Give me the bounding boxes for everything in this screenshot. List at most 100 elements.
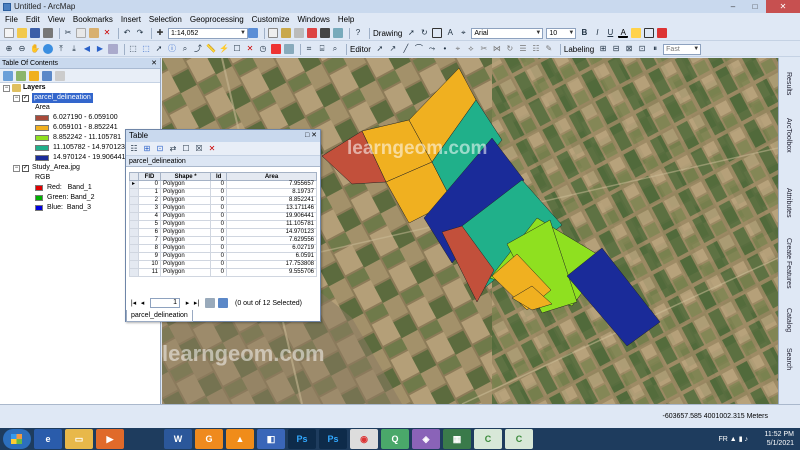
straight-segment-icon[interactable]: ╱	[401, 44, 411, 54]
row-selector[interactable]	[129, 252, 139, 261]
table-cell[interactable]: Polygon	[159, 244, 212, 253]
show-selected-records-icon[interactable]	[218, 298, 228, 308]
table-cell[interactable]: 0	[210, 180, 227, 189]
table-options-icon[interactable]: ☷	[129, 144, 139, 154]
table-cell[interactable]: 7.955657	[226, 180, 317, 189]
text-tool-icon[interactable]: A	[445, 28, 455, 38]
table-cell[interactable]: 3	[138, 204, 161, 213]
table-cell[interactable]: 6.0591	[226, 252, 317, 261]
editor-menu[interactable]: Editor	[350, 45, 371, 54]
rotate-icon[interactable]: ↻	[419, 28, 429, 38]
menu-windows[interactable]: Windows	[297, 15, 329, 24]
fixed-zoom-in-icon[interactable]: ⤒	[56, 44, 66, 54]
open-icon[interactable]	[17, 28, 27, 38]
table-tab[interactable]: parcel_delineation	[126, 310, 193, 322]
attributes-icon[interactable]: ☰	[518, 44, 528, 54]
table-cell[interactable]: 11	[138, 268, 161, 277]
layout-icon[interactable]: ⌸	[317, 44, 327, 54]
delete-icon[interactable]: ✕	[102, 28, 112, 38]
tab-catalog[interactable]: Catalog	[785, 308, 792, 332]
select-elements-tool-icon[interactable]: ➚	[154, 44, 164, 54]
find-icon[interactable]: ⌕	[180, 44, 190, 54]
maximize-button[interactable]: □	[744, 0, 766, 13]
underline-icon[interactable]: U	[605, 28, 615, 38]
table-cell[interactable]: 2	[138, 196, 161, 205]
map-scale-combo[interactable]: 1:14,052 ▼	[168, 27, 248, 39]
table-cell[interactable]: 0	[210, 204, 227, 213]
clock[interactable]: 11:52 PM 5/1/2021	[765, 430, 794, 448]
collapse-icon[interactable]: −	[13, 164, 20, 172]
table-cell[interactable]: Polygon	[159, 196, 212, 205]
trace-icon[interactable]: ⤳	[427, 44, 437, 54]
table-cell[interactable]: 7.629556	[226, 236, 317, 245]
column-header[interactable]: FID	[138, 172, 161, 181]
row-selector[interactable]	[129, 196, 139, 205]
zoom-in-icon[interactable]: ⊕	[4, 44, 14, 54]
split-icon[interactable]: ⋈	[492, 44, 502, 54]
paste-icon[interactable]	[89, 28, 99, 38]
list-by-visibility-icon[interactable]	[29, 70, 39, 81]
fixed-zoom-out-icon[interactable]: ⤓	[69, 44, 79, 54]
table-row[interactable]: 10 Polygon 0 17.753808	[129, 260, 317, 269]
undo-icon[interactable]: ↶	[122, 28, 132, 38]
lock-labels-icon[interactable]: ⊡	[637, 44, 647, 54]
catalog-icon[interactable]	[281, 28, 291, 38]
full-extent-icon[interactable]	[43, 44, 53, 54]
network-icon[interactable]: ▮	[739, 436, 743, 443]
table-cell[interactable]: 13.171146	[226, 204, 317, 213]
table-cell[interactable]: Polygon	[159, 188, 212, 197]
drawing-menu[interactable]: Drawing	[373, 29, 402, 38]
table-row[interactable]: 6 Polygon 0 14.970123	[129, 228, 317, 237]
switch-selection-icon[interactable]: ⇄	[168, 144, 178, 154]
tab-search[interactable]: Search	[785, 348, 792, 370]
parcel-layer-checkbox[interactable]: ✓	[22, 94, 29, 102]
taskbar-camtasia-icon[interactable]: C	[474, 429, 502, 449]
table-row[interactable]: 4 Polygon 0 19.906441	[129, 212, 317, 221]
pan-icon[interactable]: ✋	[30, 44, 40, 54]
font-name-combo[interactable]: Arial ▼	[471, 27, 544, 39]
select-features-icon[interactable]: ⬚	[128, 44, 138, 54]
table-cell[interactable]: 14.970123	[226, 228, 317, 237]
record-number-input[interactable]: 1	[150, 298, 180, 308]
tray-expand-icon[interactable]: ▲	[730, 436, 737, 443]
table-cell[interactable]: 0	[210, 260, 227, 269]
menu-bookmarks[interactable]: Bookmarks	[73, 15, 113, 24]
table-row[interactable]: 9 Polygon 0 6.0591	[129, 252, 317, 261]
table-cell[interactable]: 6	[138, 228, 161, 237]
help-icon[interactable]: ?	[353, 28, 363, 38]
menu-edit[interactable]: Edit	[26, 15, 40, 24]
show-all-records-icon[interactable]	[205, 298, 215, 308]
edit-annotation-icon[interactable]: ↗	[388, 44, 398, 54]
collapse-icon[interactable]: −	[13, 94, 20, 102]
table-cell[interactable]: 10	[138, 260, 161, 269]
table-cell[interactable]: Polygon	[159, 260, 212, 269]
taskbar-qgis-icon[interactable]: Q	[381, 429, 409, 449]
hyperlink-icon[interactable]: ⚡	[219, 44, 229, 54]
reshape-icon[interactable]: ⟡	[466, 44, 476, 54]
table-cell[interactable]: 0	[210, 212, 227, 221]
close-button[interactable]: ✕	[766, 0, 800, 13]
table-cell[interactable]: 0	[210, 196, 227, 205]
table-cell[interactable]: 11.105781	[226, 220, 317, 229]
swipe-icon[interactable]	[284, 44, 294, 54]
table-restore-icon[interactable]: □	[305, 132, 309, 139]
list-by-selection-icon[interactable]	[42, 70, 52, 81]
taskbar-word-icon[interactable]: W	[164, 429, 192, 449]
rectangle-icon[interactable]	[432, 28, 443, 38]
table-row[interactable]: 5 Polygon 0 11.105781	[129, 220, 317, 229]
table-cell[interactable]: Polygon	[159, 220, 212, 229]
label-priority-icon[interactable]: ⊟	[611, 44, 621, 54]
row-selector[interactable]	[129, 204, 139, 213]
table-row[interactable]: 7 Polygon 0 7.629556	[129, 236, 317, 245]
table-cell[interactable]: Polygon	[159, 180, 212, 189]
modelbuilder-icon[interactable]	[333, 28, 343, 38]
tab-create-features[interactable]: Create Features	[785, 238, 792, 289]
row-selector[interactable]	[129, 212, 139, 221]
table-cell[interactable]: Polygon	[159, 252, 212, 261]
parcel-layer-row[interactable]: − ✓ parcel_delineation	[3, 93, 160, 103]
label-manager-icon[interactable]: ⊞	[598, 44, 608, 54]
taskbar-app-icon[interactable]: G	[195, 429, 223, 449]
go-to-xy-icon[interactable]: ✕	[245, 44, 255, 54]
table-cell[interactable]: 7	[138, 236, 161, 245]
layer-extent-icon[interactable]	[108, 44, 118, 54]
